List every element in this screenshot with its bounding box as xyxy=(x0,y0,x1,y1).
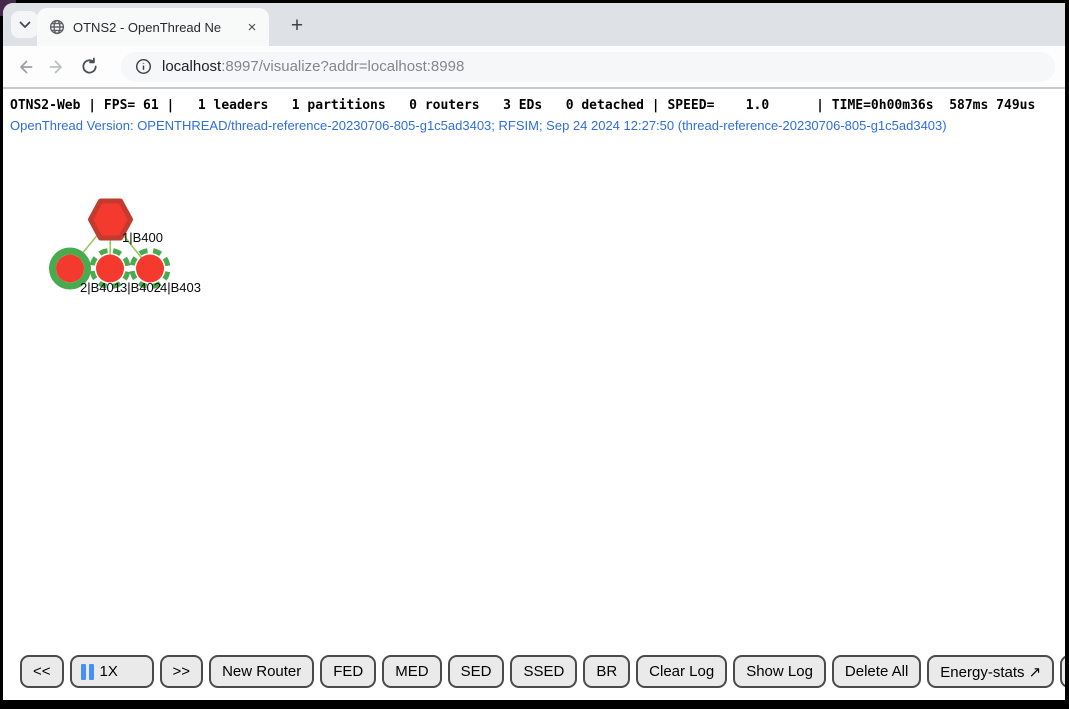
url-host: localhost xyxy=(162,58,221,75)
browser-window: OTNS2 - OpenThread Ne × + localhost:8997… xyxy=(3,3,1065,700)
tab-title: OTNS2 - OpenThread Ne xyxy=(73,20,243,35)
energy-stats-button[interactable]: Energy-stats ↗ xyxy=(927,655,1054,688)
forward-button[interactable] xyxy=(41,51,73,83)
back-arrow-icon xyxy=(15,57,35,77)
chevron-down-icon xyxy=(19,21,31,29)
tab-otns2[interactable]: OTNS2 - OpenThread Ne × xyxy=(37,8,269,46)
tab-close-icon[interactable]: × xyxy=(243,18,261,36)
fed-button[interactable]: FED xyxy=(320,655,376,688)
ssed-button[interactable]: SSED xyxy=(510,655,577,688)
simulation-toolbar: << 1X >> New Router FED MED SED SSED BR … xyxy=(20,655,1065,688)
br-button[interactable]: BR xyxy=(583,655,630,688)
fast-forward-button[interactable]: >> xyxy=(160,655,204,688)
address-bar[interactable]: localhost:8997/visualize?addr=localhost:… xyxy=(121,52,1055,82)
reload-icon xyxy=(80,57,99,76)
url-path: :8997/visualize?addr=localhost:8998 xyxy=(221,58,464,75)
otns-page: OTNS2-Web | FPS= 61 | 1 leaders 1 partit… xyxy=(3,89,1065,700)
rewind-button[interactable]: << xyxy=(20,655,64,688)
new-router-button[interactable]: New Router xyxy=(209,655,314,688)
back-button[interactable] xyxy=(9,51,41,83)
delete-all-button[interactable]: Delete All xyxy=(832,655,921,688)
show-log-button[interactable]: Show Log xyxy=(733,655,826,688)
reload-button[interactable] xyxy=(73,51,105,83)
node-label: 3|B402 xyxy=(120,280,161,295)
page-info-icon[interactable] xyxy=(135,58,152,75)
node-label: 1|B400 xyxy=(122,230,163,245)
speed-label: 1X xyxy=(100,663,118,680)
tab-search-button[interactable] xyxy=(11,11,38,38)
globe-icon xyxy=(49,19,65,35)
url-text: localhost:8997/visualize?addr=localhost:… xyxy=(162,58,464,75)
node-label: 2|B401 xyxy=(80,280,121,295)
med-button[interactable]: MED xyxy=(382,655,441,688)
speed-button[interactable]: 1X xyxy=(70,655,154,688)
sed-button[interactable]: SED xyxy=(448,655,505,688)
node-label: 4|B403 xyxy=(160,280,201,295)
forward-arrow-icon xyxy=(47,57,67,77)
node-stats-button[interactable]: Node-stats ↗ xyxy=(1060,655,1065,688)
pause-icon xyxy=(81,664,94,680)
clear-log-button[interactable]: Clear Log xyxy=(636,655,727,688)
tab-strip: OTNS2 - OpenThread Ne × + xyxy=(3,3,1065,46)
browser-toolbar: localhost:8997/visualize?addr=localhost:… xyxy=(3,46,1065,87)
new-tab-button[interactable]: + xyxy=(284,13,310,39)
